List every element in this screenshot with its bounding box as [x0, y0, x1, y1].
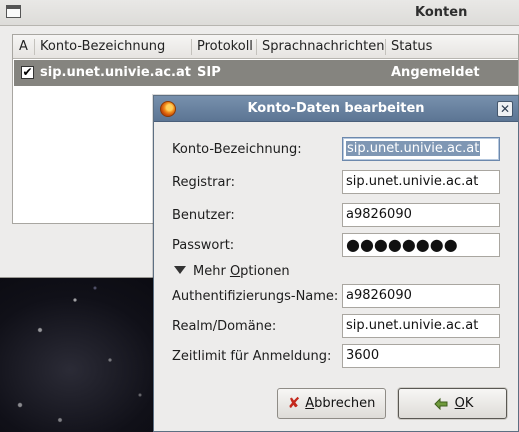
edit-account-dialog: Konto-Daten bearbeiten ✕ Konto-Bezeichnu… [153, 95, 519, 432]
column-header-protocol[interactable]: Protokoll [197, 39, 253, 54]
window-icon[interactable] [6, 5, 21, 18]
column-header-account[interactable]: Konto-Bezeichnung [40, 39, 165, 54]
dialog-title: Konto-Daten bearbeiten [247, 101, 425, 116]
cancel-accesskey: A [305, 396, 315, 411]
account-enabled-checkbox[interactable]: ✔ [21, 66, 34, 79]
account-name-field[interactable]: sip.unet.univie.ac.at [342, 137, 500, 161]
column-separator [256, 39, 257, 55]
auth-name-label: Authentifizierungs-Name: [172, 289, 339, 304]
status-cell: Angemeldet [391, 65, 480, 80]
cancel-label-rest: bbrechen [314, 396, 376, 411]
account-name-value: sip.unet.univie.ac.at [346, 141, 481, 156]
timeout-label: Zeitlimit für Anmeldung: [172, 349, 332, 364]
more-options-accesskey: O [229, 264, 241, 279]
cancel-button[interactable]: ✘ Abbrechen [277, 388, 386, 419]
cancel-x-icon: ✘ [287, 394, 301, 412]
user-label: Benutzer: [172, 208, 235, 223]
registrar-label: Registrar: [172, 175, 235, 190]
timeout-field[interactable]: 3600 [342, 344, 500, 368]
column-separator [385, 39, 386, 55]
dialog-titlebar[interactable]: Konto-Daten bearbeiten ✕ [154, 96, 518, 122]
more-options-rest: ptionen [240, 264, 290, 279]
more-options-prefix: Mehr [193, 264, 230, 279]
registrar-field[interactable]: sip.unet.univie.ac.at [342, 170, 500, 194]
account-row[interactable]: ✔ sip.unet.univie.ac.at SIP Angemeldet [14, 60, 518, 86]
realm-field[interactable]: sip.unet.univie.ac.at [342, 314, 500, 338]
column-header-active[interactable]: A [19, 39, 28, 54]
accounts-titlebar[interactable]: Konten [0, 0, 519, 26]
column-header-status[interactable]: Status [391, 39, 432, 54]
triangle-down-icon [174, 266, 186, 274]
close-icon[interactable]: ✕ [497, 101, 513, 117]
list-header: A Konto-Bezeichnung Protokoll Sprachnach… [13, 35, 518, 59]
protocol-cell: SIP [197, 65, 221, 80]
auth-name-field[interactable]: a9826090 [342, 284, 500, 308]
column-separator [34, 39, 35, 55]
user-field[interactable]: a9826090 [342, 203, 500, 227]
account-name-cell: sip.unet.univie.ac.at [40, 65, 191, 80]
column-separator [191, 39, 192, 55]
more-options-expander[interactable]: Mehr Optionen [174, 264, 290, 279]
password-field[interactable]: ●●●●●●●● [342, 233, 500, 257]
ok-button[interactable]: OK [398, 388, 507, 419]
window-title: Konten [415, 5, 468, 20]
column-header-voicemail[interactable]: Sprachnachrichten [262, 39, 384, 54]
account-name-label: Konto-Bezeichnung: [172, 142, 302, 157]
password-label: Passwort: [172, 238, 235, 253]
ok-arrow-icon [433, 397, 448, 410]
ok-label-rest: K [464, 396, 474, 411]
ok-accesskey: O [454, 396, 465, 411]
realm-label: Realm/Domäne: [172, 319, 277, 334]
